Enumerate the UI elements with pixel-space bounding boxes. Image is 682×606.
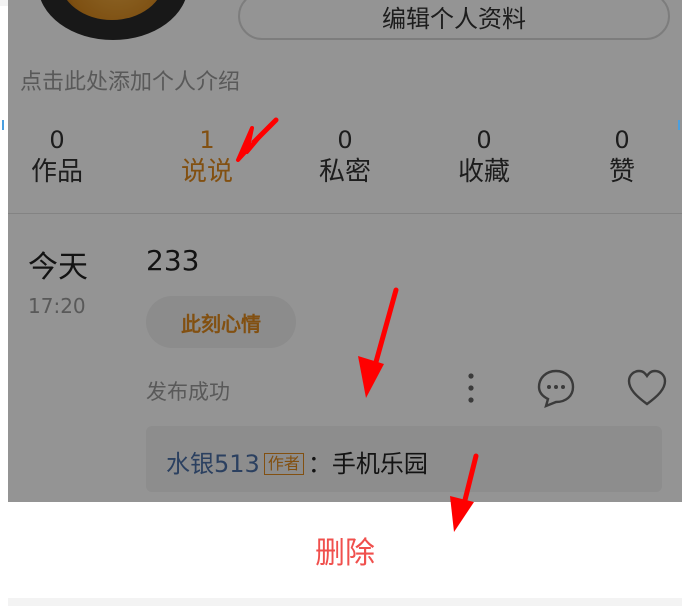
annotation-arrows xyxy=(236,117,479,532)
annotation-arrow-2 xyxy=(358,287,399,398)
annotation-arrow-1 xyxy=(236,117,279,162)
annotation-arrow-3 xyxy=(450,453,479,532)
